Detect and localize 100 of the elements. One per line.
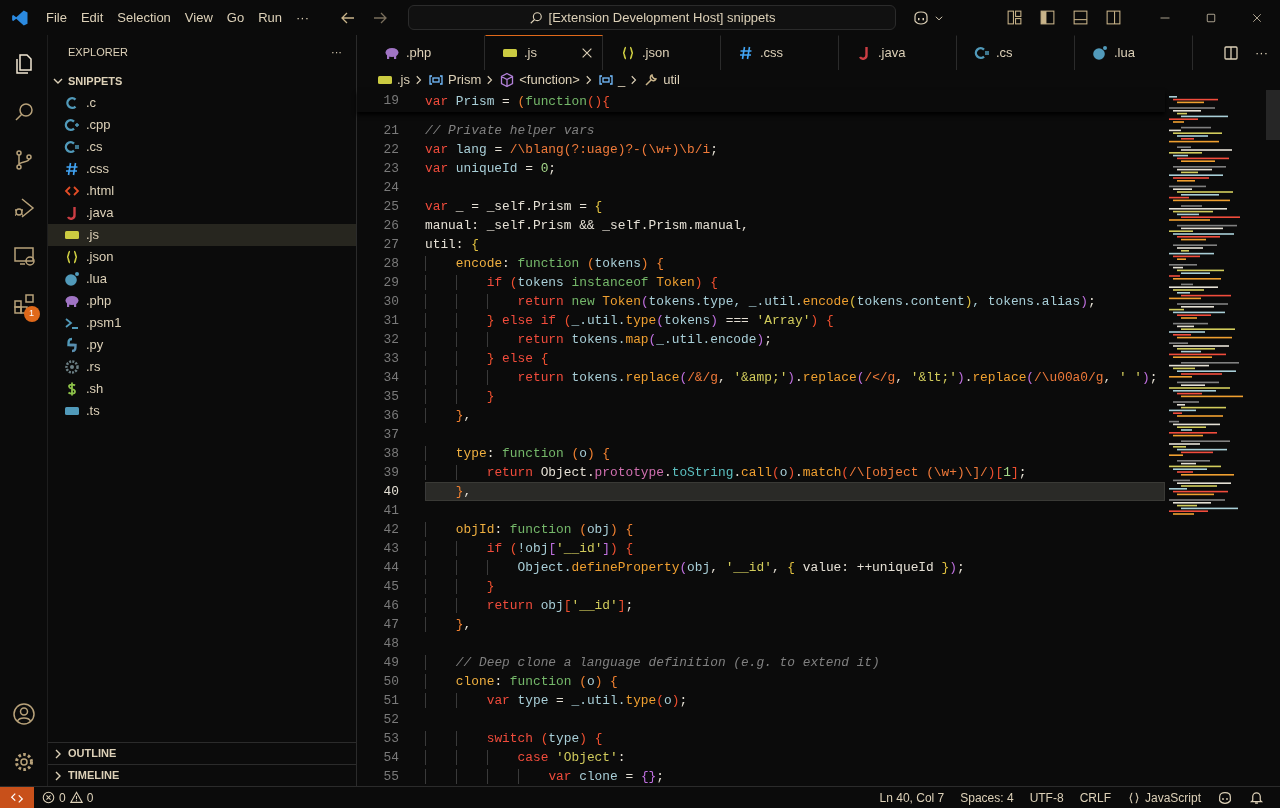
tree-item[interactable]: .py: [48, 334, 356, 356]
menu-item[interactable]: Edit: [73, 5, 111, 30]
code-line: }: [425, 387, 1165, 406]
tree-item[interactable]: .php: [48, 290, 356, 312]
elephant-icon: [64, 293, 80, 309]
breadcrumb-item[interactable]: _: [597, 70, 626, 90]
line-number: 29: [382, 273, 399, 292]
layout-icon[interactable]: [1006, 9, 1023, 26]
tree-item[interactable]: .js: [48, 224, 356, 246]
line-number: 49: [382, 653, 399, 672]
problems-button[interactable]: 0 0: [34, 788, 102, 807]
tree-item[interactable]: .sh: [48, 378, 356, 400]
scrollbar-thumb[interactable]: [1266, 90, 1280, 140]
code-line: objId: function (obj) {: [425, 520, 1165, 539]
code-line: if (!obj['__id']) {: [425, 539, 1165, 558]
breadcrumb-item[interactable]: util: [643, 70, 680, 90]
status-item[interactable]: Spaces: 4: [952, 788, 1022, 807]
wrench-icon: [643, 72, 660, 88]
tab[interactable]: .java: [839, 35, 957, 70]
section-header[interactable]: OUTLINE: [48, 742, 356, 764]
status-item[interactable]: CRLF: [1071, 788, 1119, 807]
tree-item[interactable]: .html: [48, 180, 356, 202]
copilot-icon: [912, 8, 930, 27]
line-number: 32: [382, 330, 399, 349]
line-number: 36: [382, 406, 399, 425]
monitor-icon[interactable]: [11, 244, 36, 268]
tree-item[interactable]: .rs: [48, 356, 356, 378]
code-line: clone: function (o) {: [425, 672, 1165, 691]
copilot-icon[interactable]: [1217, 789, 1233, 806]
menu-item[interactable]: Run: [251, 5, 289, 30]
tree-item[interactable]: .lua: [48, 268, 356, 290]
breadcrumb-item[interactable]: <function>: [499, 70, 580, 90]
line-number: 40: [382, 482, 399, 501]
line-number: 45: [382, 577, 399, 596]
line-number: 23: [382, 159, 399, 178]
extensions-icon[interactable]: [11, 292, 36, 316]
code-line: var uniqueId = 0;: [425, 160, 558, 178]
close-icon[interactable]: [1251, 11, 1263, 24]
code-line: type: function (o) {: [425, 444, 1165, 463]
tree-item[interactable]: .json: [48, 246, 356, 268]
menu-item[interactable]: Go: [219, 5, 252, 30]
code-line: switch (type) {: [425, 729, 1165, 748]
tree-item[interactable]: .css: [48, 158, 356, 180]
braces-icon: [620, 45, 636, 61]
code-line: // Private helper vars: [425, 122, 596, 140]
tree-item[interactable]: .java: [48, 202, 356, 224]
tab[interactable]: .json: [603, 35, 721, 70]
maximize-icon[interactable]: [1205, 11, 1217, 24]
close-icon[interactable]: [580, 46, 594, 60]
account-icon[interactable]: [11, 702, 36, 726]
more-menu[interactable]: ···: [289, 5, 316, 30]
code-line: util: {: [425, 236, 480, 254]
tab[interactable]: .php: [367, 35, 485, 70]
menu-item[interactable]: View: [177, 5, 220, 30]
code-line: Object.defineProperty(obj, '__id', { value: ++uniqueId });: [425, 558, 1165, 577]
status-item[interactable]: UTF-8: [1021, 788, 1072, 807]
error-icon: [42, 791, 55, 804]
sidebar-toggle-icon[interactable]: [1039, 9, 1056, 26]
bell-icon[interactable]: [1249, 790, 1264, 805]
status-item[interactable]: Ln 40, Col 7: [871, 788, 953, 807]
line-number: 54: [382, 748, 399, 767]
copilot-menu[interactable]: [912, 8, 944, 27]
tab[interactable]: .css: [721, 35, 839, 70]
line-number: 47: [382, 615, 399, 634]
line-number: 24: [382, 178, 399, 197]
tree-item[interactable]: .cpp: [48, 114, 356, 136]
tree-item[interactable]: .ts: [48, 400, 356, 422]
folder-header[interactable]: SNIPPETS: [48, 70, 356, 92]
line-number: 35: [382, 387, 399, 406]
menu-item[interactable]: Selection: [110, 5, 178, 30]
split-editor-icon[interactable]: [1223, 44, 1239, 61]
csharp-icon: [974, 45, 990, 61]
breadcrumb-item[interactable]: Prism: [428, 70, 482, 90]
tab[interactable]: .js: [485, 35, 603, 70]
more-actions-button[interactable]: ···: [331, 44, 342, 61]
terminal-icon: [64, 315, 80, 331]
line-number: 41: [382, 501, 399, 520]
braces-icon: [64, 249, 80, 265]
tab[interactable]: .lua: [1075, 35, 1193, 70]
csharp-icon: [64, 139, 80, 155]
menu-item[interactable]: File: [39, 5, 74, 30]
language-mode-button[interactable]: JavaScript: [1118, 788, 1209, 807]
more-actions-button[interactable]: ···: [1255, 42, 1268, 63]
code-line: encode: function (tokens) {: [425, 254, 1165, 273]
panel-toggle-icon[interactable]: [1072, 9, 1089, 26]
secondary-sidebar-icon[interactable]: [1105, 9, 1122, 26]
tree-item[interactable]: .cs: [48, 136, 356, 158]
tree-item[interactable]: .c: [48, 92, 356, 114]
line-number: 30: [382, 292, 399, 311]
warning-icon: [69, 791, 83, 804]
hash-icon: [738, 45, 754, 61]
line-number: 19: [382, 92, 399, 111]
remote-button[interactable]: [0, 787, 34, 808]
line-number: 44: [382, 558, 399, 577]
breadcrumb-item[interactable]: .js: [377, 70, 410, 90]
search-field[interactable]: [Extension Development Host] snippets: [408, 5, 896, 30]
tree-item[interactable]: .psm1: [48, 312, 356, 334]
tab[interactable]: .cs: [957, 35, 1075, 70]
section-header[interactable]: TIMELINE: [48, 764, 356, 786]
code-line: // Deep clone a language definition (e.g. to extend it): [425, 653, 1165, 672]
